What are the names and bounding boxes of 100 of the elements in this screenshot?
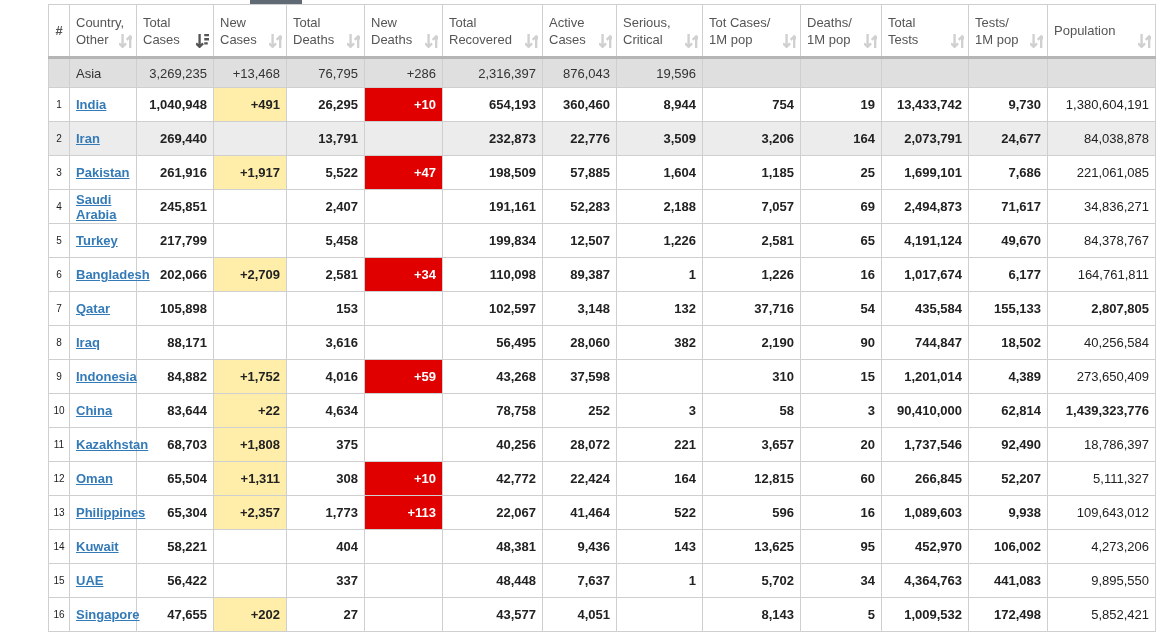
row-number: 12 (48, 461, 70, 496)
population-link[interactable]: 84,378,767 (1047, 223, 1156, 258)
population-link[interactable]: 273,650,409 (1047, 359, 1156, 394)
population-link[interactable]: 1,380,604,191 (1047, 87, 1156, 122)
table-cell: 310 (702, 359, 801, 394)
table-cell: 1,439,323,776 (1047, 393, 1156, 428)
table-cell: 2,190 (702, 325, 801, 360)
population-link[interactable]: 109,643,012 (1047, 495, 1156, 530)
country-link[interactable]: Bangladesh (76, 267, 150, 282)
row-number: 6 (48, 257, 70, 292)
table-cell: 198,509 (442, 155, 543, 190)
table-cell: 308 (286, 461, 365, 496)
table-cell: 28,060 (542, 325, 617, 360)
table-cell: 41,464 (542, 495, 617, 530)
table-cell: 83,644 (136, 393, 214, 428)
population-link[interactable]: 40,256,584 (1047, 325, 1156, 360)
new-deaths-cell: +47 (364, 155, 443, 190)
table-cell: 1,089,603 (881, 495, 969, 530)
table-cell: 42,772 (442, 461, 543, 496)
country-link[interactable]: Kazakhstan (76, 437, 149, 452)
country-link[interactable]: Iraq (76, 335, 100, 350)
table-cell: 1,604 (616, 155, 703, 190)
table-cell: 102,597 (442, 291, 543, 326)
table-cell: 22,424 (542, 461, 617, 496)
total-cell: 19,596 (616, 57, 703, 88)
new-cases-cell: +1,311 (213, 461, 287, 496)
table-cell: 106,002 (968, 529, 1048, 564)
row-number: 16 (48, 597, 70, 632)
table-cell: 245,851 (136, 189, 214, 224)
country-link[interactable]: UAE (76, 573, 104, 588)
table-cell: 25 (800, 155, 882, 190)
table-cell: 37,598 (542, 359, 617, 394)
table-cell: 48,448 (442, 563, 543, 598)
table-cell: 15 (800, 359, 882, 394)
population-link[interactable]: 84,038,878 (1047, 121, 1156, 156)
table-cell: 95 (800, 529, 882, 564)
table-cell: 522 (616, 495, 703, 530)
table-cell: 3,206 (702, 121, 801, 156)
table-cell: 2,807,805 (1047, 291, 1156, 326)
table-cell: 60 (800, 461, 882, 496)
row-number: 5 (48, 223, 70, 258)
table-cell: 58,221 (136, 529, 214, 564)
table-cell: 8,944 (616, 87, 703, 122)
table-cell: 24,677 (968, 121, 1048, 156)
table-cell: 596 (702, 495, 801, 530)
table-cell: 105,898 (136, 291, 214, 326)
table-cell: 164 (800, 121, 882, 156)
table-cell: 1,201,014 (881, 359, 969, 394)
table-cell: 5,702 (702, 563, 801, 598)
table-cell: 9,938 (968, 495, 1048, 530)
table-cell: 4,364,763 (881, 563, 969, 598)
country-link[interactable]: Philippines (76, 505, 146, 520)
sort-icon[interactable] (196, 34, 209, 48)
row-number: 15 (48, 563, 70, 598)
table-cell: 337 (286, 563, 365, 598)
population-link[interactable]: 221,061,085 (1047, 155, 1156, 190)
population-link[interactable]: 18,786,397 (1047, 427, 1156, 462)
table-cell: 2,581 (702, 223, 801, 258)
continent-label: Asia (69, 57, 137, 88)
new-deaths-cell: +113 (364, 495, 443, 530)
total-cell: 876,043 (542, 57, 617, 88)
table-cell: 252 (542, 393, 617, 428)
table-cell: 26,295 (286, 87, 365, 122)
population-link[interactable]: 9,895,550 (1047, 563, 1156, 598)
table-cell: 2,407 (286, 189, 365, 224)
population-link[interactable]: 164,761,811 (1047, 257, 1156, 292)
new-cases-cell: +2,357 (213, 495, 287, 530)
country-link[interactable]: Iran (76, 131, 100, 146)
table-cell: 19 (800, 87, 882, 122)
table-cell: 12,815 (702, 461, 801, 496)
table-cell: 654,193 (442, 87, 543, 122)
population-link[interactable]: 34,836,271 (1047, 189, 1156, 224)
population-link[interactable]: 5,111,327 (1047, 461, 1156, 496)
table-cell: 3 (616, 393, 703, 428)
table-cell: 1,185 (702, 155, 801, 190)
table-cell: 261,916 (136, 155, 214, 190)
new-cases-cell: +1,917 (213, 155, 287, 190)
table-cell: 3 (800, 393, 882, 428)
table-cell: 1,040,948 (136, 87, 214, 122)
row-number: 3 (48, 155, 70, 190)
table-cell: 1,737,546 (881, 427, 969, 462)
population-link[interactable]: 4,273,206 (1047, 529, 1156, 564)
table-cell: 435,584 (881, 291, 969, 326)
table-cell: 65 (800, 223, 882, 258)
table-cell: 232,873 (442, 121, 543, 156)
table-cell: 199,834 (442, 223, 543, 258)
table-cell: 7,057 (702, 189, 801, 224)
table-cell: 1,226 (616, 223, 703, 258)
table-cell: 84,882 (136, 359, 214, 394)
population-link[interactable]: 5,852,421 (1047, 597, 1156, 632)
row-number: 7 (48, 291, 70, 326)
table-cell: 2,581 (286, 257, 365, 292)
table-cell: 9,436 (542, 529, 617, 564)
table-cell: 266,845 (881, 461, 969, 496)
table-cell: 9,730 (968, 87, 1048, 122)
country-link[interactable]: India (76, 97, 107, 112)
row-number: 10 (48, 393, 70, 428)
new-deaths-cell: +34 (364, 257, 443, 292)
table-cell: 16 (800, 495, 882, 530)
table-cell: 110,098 (442, 257, 543, 292)
